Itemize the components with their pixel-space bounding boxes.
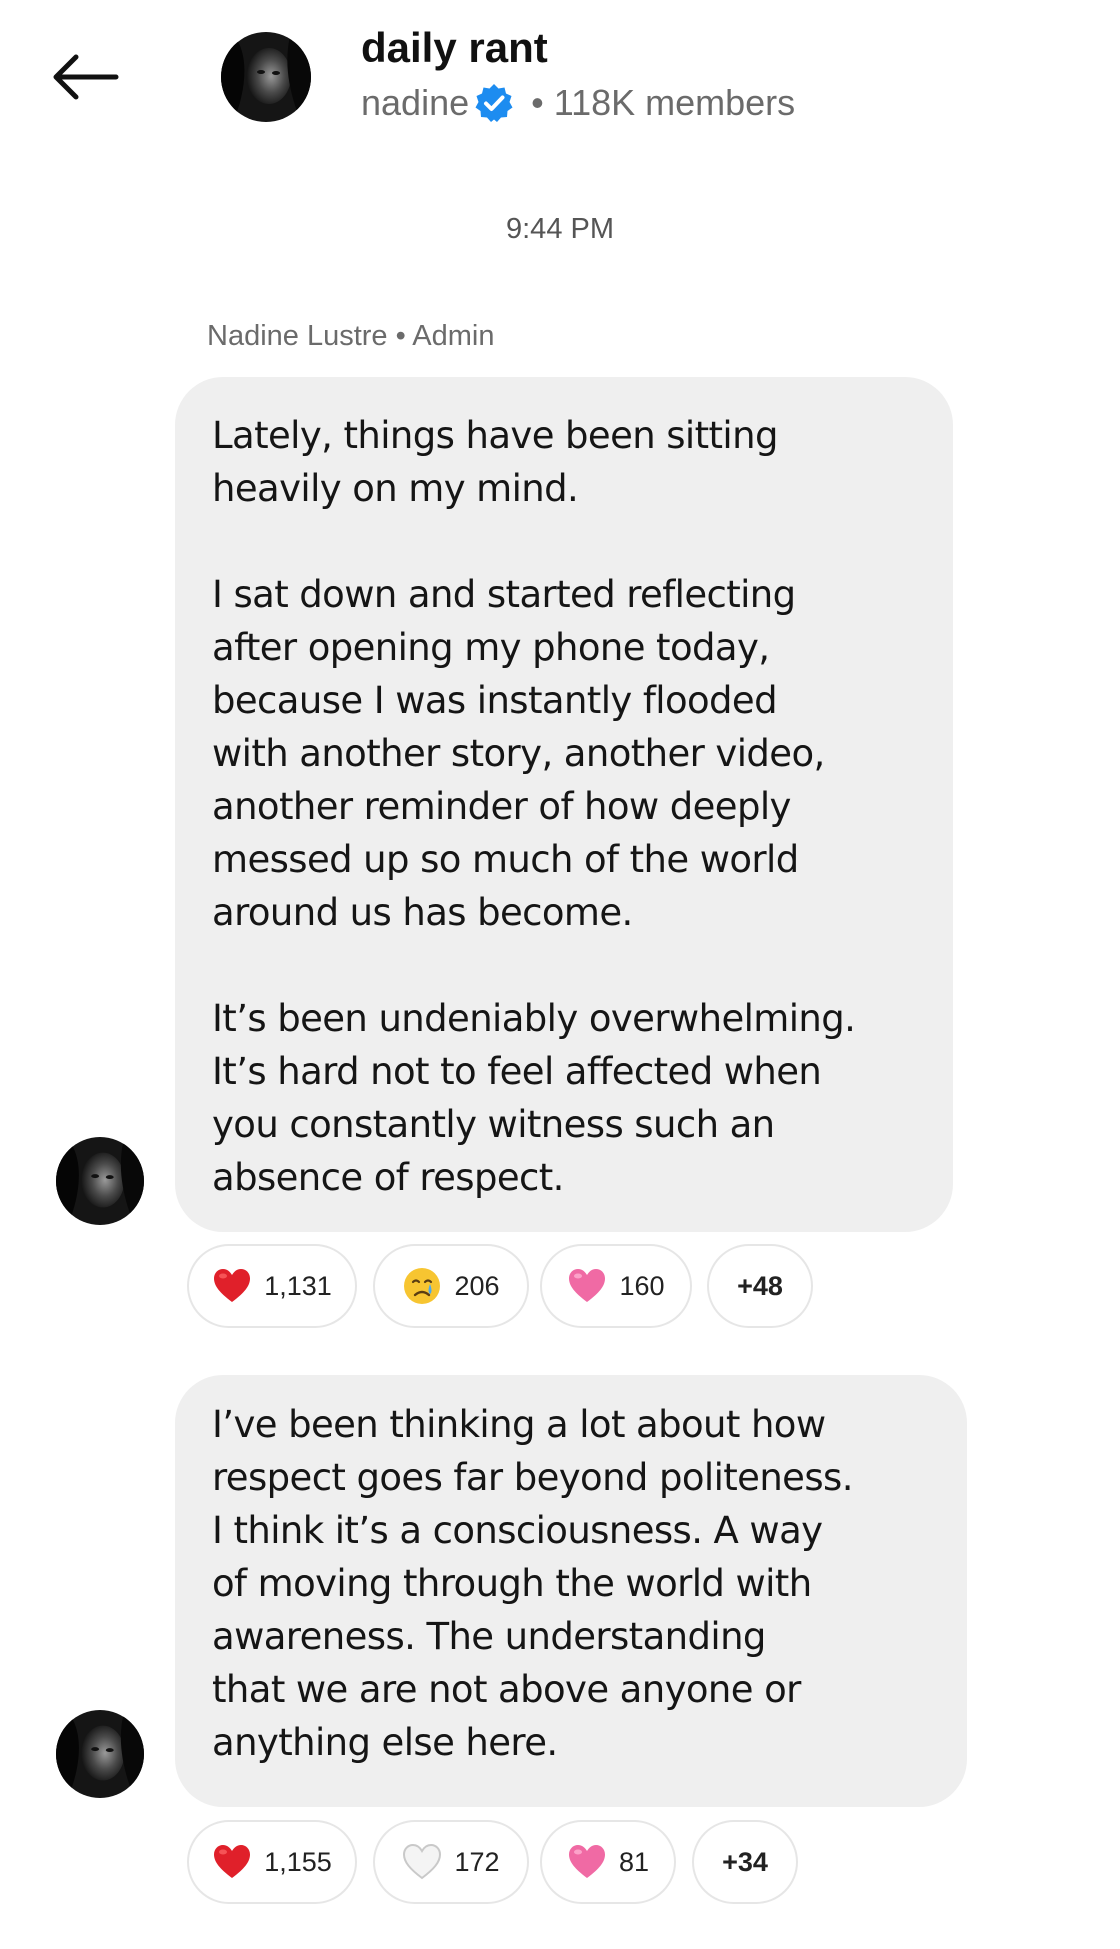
message-bubble[interactable]: Lately, things have been sitting heavily… bbox=[175, 377, 953, 1232]
message-paragraph: I sat down and started reflecting after … bbox=[212, 573, 825, 934]
reaction-count: 1,131 bbox=[264, 1270, 332, 1301]
channel-meta: nadine • 118K members bbox=[361, 82, 795, 124]
sender-avatar[interactable] bbox=[56, 1710, 144, 1798]
meta-separator: • bbox=[531, 82, 544, 123]
back-arrow-icon bbox=[53, 54, 119, 100]
more-reactions-count: +48 bbox=[737, 1270, 783, 1301]
reaction-count: 81 bbox=[618, 1846, 650, 1877]
reaction-crying-face[interactable]: 206 bbox=[373, 1244, 529, 1328]
white-heart-icon bbox=[402, 1842, 442, 1882]
back-button[interactable] bbox=[44, 42, 124, 112]
sender-role: Admin bbox=[412, 320, 495, 352]
message-timestamp: 9:44 PM bbox=[506, 213, 614, 245]
reaction-pink-heart[interactable]: 81 bbox=[540, 1820, 676, 1904]
channel-owner: nadine bbox=[361, 82, 470, 123]
crying-face-icon bbox=[402, 1266, 442, 1306]
reaction-red-heart[interactable]: 1,155 bbox=[187, 1820, 357, 1904]
message-bubble[interactable]: I’ve been thinking a lot about how respe… bbox=[175, 1375, 967, 1807]
message-paragraph: Lately, things have been sitting heavily… bbox=[212, 414, 778, 510]
reaction-white-heart[interactable]: 172 bbox=[373, 1820, 529, 1904]
reaction-red-heart[interactable]: 1,131 bbox=[187, 1244, 357, 1328]
reaction-count: 160 bbox=[619, 1270, 665, 1301]
more-reactions-button[interactable]: +34 bbox=[692, 1820, 798, 1904]
pink-heart-icon bbox=[567, 1266, 607, 1306]
verified-badge-icon bbox=[473, 82, 515, 124]
sender-name: Nadine Lustre bbox=[207, 320, 388, 352]
sender-separator: • bbox=[395, 320, 406, 352]
red-heart-icon bbox=[212, 1266, 252, 1306]
sender-line: Nadine Lustre • Admin bbox=[207, 320, 494, 353]
pink-heart-icon bbox=[567, 1842, 607, 1882]
red-heart-icon bbox=[212, 1842, 252, 1882]
more-reactions-count: +34 bbox=[722, 1846, 768, 1877]
reaction-count: 172 bbox=[454, 1846, 500, 1877]
reaction-pink-heart[interactable]: 160 bbox=[540, 1244, 692, 1328]
channel-avatar[interactable] bbox=[221, 32, 311, 122]
message-paragraph: I’ve been thinking a lot about how respe… bbox=[212, 1403, 853, 1764]
sender-avatar[interactable] bbox=[56, 1137, 144, 1225]
reaction-count: 206 bbox=[454, 1270, 500, 1301]
member-count: 118K members bbox=[553, 82, 796, 123]
reaction-count: 1,155 bbox=[264, 1846, 332, 1877]
channel-title: daily rant bbox=[361, 24, 548, 71]
message-paragraph: It’s been undeniably overwhelming. It’s … bbox=[212, 997, 856, 1199]
more-reactions-button[interactable]: +48 bbox=[707, 1244, 813, 1328]
